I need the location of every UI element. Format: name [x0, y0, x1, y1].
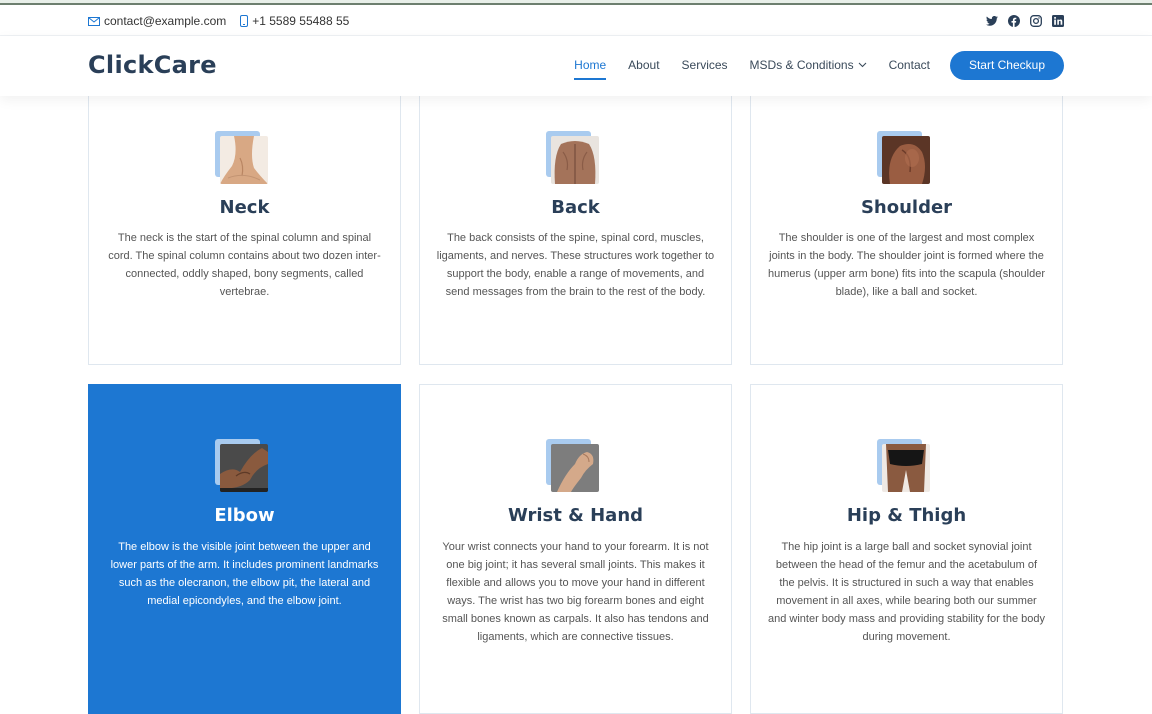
social-links [976, 14, 1064, 27]
elbow-image [215, 439, 269, 495]
card-title: Shoulder [860, 197, 953, 218]
nav-about[interactable]: About [628, 50, 659, 80]
card-description: The neck is the start of the spinal colu… [108, 232, 381, 298]
wrist-hand-image [546, 439, 600, 495]
neck-image [215, 131, 269, 187]
card-neck[interactable]: Neck The neck is the start of the spinal… [88, 92, 401, 365]
card-title: Elbow [214, 505, 275, 526]
hip-thigh-image [877, 439, 931, 495]
card-wrist-hand[interactable]: Wrist & Hand Your wrist connects your ha… [419, 384, 732, 714]
card-description: The elbow is the visible joint between t… [110, 541, 379, 607]
nav-msds-conditions[interactable]: MSDs & Conditions [750, 50, 867, 80]
nav-home[interactable]: Home [574, 50, 607, 80]
card-description: The hip joint is a large ball and socket… [768, 541, 1045, 643]
site-header: ClickCare Home About Services MSDs & Con… [0, 36, 1152, 96]
chevron-down-icon [858, 62, 866, 68]
card-title: Hip & Thigh [846, 505, 967, 526]
card-elbow[interactable]: Elbow The elbow is the visible joint bet… [88, 384, 401, 714]
twitter-icon[interactable] [985, 14, 998, 27]
card-back[interactable]: Back The back consists of the spine, spi… [419, 92, 732, 365]
card-title: Back [551, 197, 600, 218]
topbar: contact@example.com +1 5589 55488 55 [0, 5, 1152, 36]
start-checkup-button[interactable]: Start Checkup [949, 50, 1064, 80]
phone-text: +1 5589 55488 55 [252, 14, 350, 28]
back-image [546, 131, 600, 187]
envelope-icon [88, 16, 100, 26]
phone-link[interactable]: +1 5589 55488 55 [240, 14, 349, 28]
nav-msds-label: MSDs & Conditions [749, 58, 854, 72]
shoulder-image [877, 131, 931, 187]
phone-icon [240, 15, 249, 27]
nav-contact[interactable]: Contact [889, 50, 930, 80]
instagram-icon[interactable] [1029, 14, 1042, 27]
card-description: The back consists of the spine, spinal c… [436, 232, 715, 298]
card-description: Your wrist connects your hand to your fo… [442, 541, 709, 643]
facebook-icon[interactable] [1007, 14, 1020, 27]
card-title: Wrist & Hand [507, 505, 644, 526]
main-nav: Home About Services MSDs & Conditions Co… [552, 50, 1064, 80]
card-hip-thigh[interactable]: Hip & Thigh The hip joint is a large bal… [750, 384, 1063, 714]
card-description: The shoulder is one of the largest and m… [768, 232, 1045, 298]
card-shoulder[interactable]: Shoulder The shoulder is one of the larg… [750, 92, 1063, 365]
email-link[interactable]: contact@example.com [88, 14, 226, 28]
email-text: contact@example.com [104, 14, 227, 28]
nav-services[interactable]: Services [682, 50, 728, 80]
linkedin-icon[interactable] [1051, 14, 1064, 27]
contact-info: contact@example.com +1 5589 55488 55 [88, 14, 363, 28]
card-title: Neck [219, 197, 270, 218]
site-logo[interactable]: ClickCare [88, 51, 217, 79]
